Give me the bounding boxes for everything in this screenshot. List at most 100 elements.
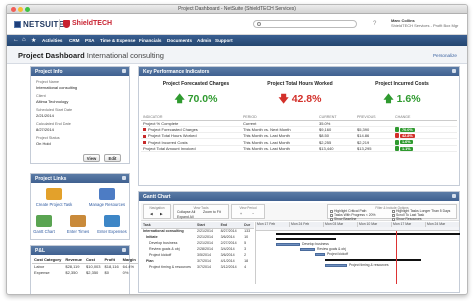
link-label: Gantt Chart — [33, 229, 55, 234]
personalize-link[interactable]: Personalize — [433, 53, 457, 58]
shortcut-star-icon[interactable]: ★ — [31, 37, 36, 44]
filter-group: Filter & Include Options Highlight Criti… — [327, 204, 457, 221]
group-label: View Period — [239, 206, 257, 210]
status-value: On Hold — [36, 141, 51, 146]
enter-expenses-link[interactable]: Enter Expenses — [93, 215, 131, 234]
gantt-bar-label: Develop business — [302, 242, 329, 246]
collapse-icon[interactable] — [452, 69, 456, 73]
field-label: Calculated End Date — [36, 122, 71, 126]
main-nav: ← ⌂ ★ Activities CRM PSA Time & Expense … — [7, 35, 467, 46]
zoom-out-icon[interactable]: − — [252, 212, 254, 216]
collapse-icon[interactable] — [122, 176, 126, 180]
task-start: 3/7/2014 — [197, 265, 211, 269]
table-cell: $10,003 — [86, 263, 101, 269]
task-name: Project timing & resources — [149, 265, 191, 269]
table-row: Expense $2,350 $2,350 $0 0% — [32, 269, 138, 275]
pl-portlet: P&L Cost Category Revenue Cost Profit Ma… — [30, 245, 138, 294]
page-title-project: International consulting — [86, 51, 164, 60]
nav-item-documents[interactable]: Documents — [167, 38, 192, 43]
view-period-group: View Period + − — [231, 204, 265, 219]
link-label: Create Project Task — [35, 202, 73, 207]
kpi-title: Key Performance Indicators — [143, 69, 210, 75]
edit-button[interactable]: Edit — [104, 154, 121, 162]
kpi-card-forecasted-charges[interactable]: Project Forecasted Charges 🡅 70.0% — [146, 81, 246, 109]
back-icon[interactable]: ← — [13, 37, 19, 43]
manage-resources-link[interactable]: Manage Resources — [88, 188, 126, 207]
window-titlebar: Project Dashboard - NetSuite (ShieldTECH… — [7, 5, 467, 14]
nav-item-crm[interactable]: CRM — [69, 38, 79, 43]
gantt-task-bar[interactable] — [276, 243, 300, 246]
window-title: Project Dashboard - NetSuite (ShieldTECH… — [178, 6, 296, 12]
shield-logo-icon — [63, 20, 70, 28]
user-menu[interactable]: Marc Collins ShieldTECH Services - Profi… — [391, 18, 458, 28]
change-down-icon — [395, 133, 399, 139]
field-label: Project Name — [36, 80, 60, 84]
netsuite-logo-text[interactable]: NETSUITE — [23, 20, 64, 29]
change-up-icon — [395, 139, 399, 145]
nav-item-support[interactable]: Support — [215, 38, 233, 43]
search-icon — [257, 22, 261, 26]
clock-icon — [70, 215, 86, 227]
nav-item-time-expense[interactable]: Time & Expense — [100, 38, 135, 43]
collapse-icon[interactable] — [122, 69, 126, 73]
arrow-up-icon: 🡅 — [383, 94, 394, 105]
gantt-summary-bar[interactable] — [276, 238, 336, 240]
flag-icon — [143, 128, 146, 132]
browser-window: Project Dashboard - NetSuite (ShieldTECH… — [6, 4, 468, 295]
user-role: ShieldTECH Services - Profit Box Mgr — [391, 23, 459, 28]
show-resources-checkbox[interactable]: Show Resources — [392, 217, 422, 221]
indicator-label: Project Total Amount Invoiced — [143, 146, 196, 152]
indicator-label: Project Forecasted Charges — [148, 126, 198, 132]
table-cell: Expense — [34, 269, 50, 275]
kpi-card-value: 🡅 70.0% — [146, 92, 246, 109]
pl-table: Cost Category Revenue Cost Profit Margin… — [32, 257, 138, 275]
gantt-icon — [36, 215, 52, 227]
next-icon[interactable]: ▶ — [160, 212, 163, 216]
netsuite-logo-icon[interactable] — [14, 21, 21, 28]
table-cell: $0 — [104, 269, 109, 275]
home-icon[interactable]: ⌂ — [22, 37, 26, 43]
help-icon[interactable]: ? — [373, 21, 376, 27]
nav-item-financials[interactable]: Financials — [139, 38, 161, 43]
zoom-to-fit-button[interactable]: Zoom to Fit — [203, 210, 221, 214]
gantt-task-grid: Task Start End Dur International consult… — [141, 222, 254, 270]
enter-times-link[interactable]: Enter Times — [59, 215, 97, 234]
gantt-title: Gantt Chart — [143, 194, 171, 200]
collapse-all-button[interactable]: Collapse All — [177, 210, 195, 214]
create-project-task-link[interactable]: Create Project Task — [35, 188, 73, 207]
link-label: Manage Resources — [88, 202, 126, 207]
collapse-icon[interactable] — [122, 248, 126, 252]
gantt-task-bar[interactable] — [300, 248, 315, 251]
nav-item-psa[interactable]: PSA — [85, 38, 94, 43]
prev-icon[interactable]: ◀ — [150, 212, 153, 216]
gantt-bar-label: Project timing & resources — [349, 263, 389, 267]
gantt-timeline[interactable]: Mon 17 Feb Mon 24 Feb Mon 03 Mar Mon 10 … — [255, 222, 460, 284]
gantt-task-bar[interactable] — [315, 253, 325, 256]
col-header: Cost Category — [32, 257, 64, 264]
show-baseline-checkbox[interactable]: Show Baseline — [330, 217, 356, 221]
gantt-task-bar[interactable] — [325, 264, 347, 267]
link-label: Enter Expenses — [97, 229, 127, 234]
view-button[interactable]: View — [83, 154, 100, 162]
pl-title: P&L — [35, 248, 45, 254]
client-value[interactable]: Altima Technology — [36, 99, 68, 104]
end-date-value: 8/27/2014 — [36, 127, 54, 132]
nav-item-admin[interactable]: Admin — [197, 38, 211, 43]
change-badge: 42.8% — [400, 133, 415, 138]
kpi-card-incurred-costs[interactable]: Project Incurred Costs 🡅 1.6% — [352, 81, 452, 109]
collapse-icon[interactable] — [452, 194, 456, 198]
timeline-days — [256, 227, 459, 231]
change-up-icon — [395, 146, 399, 152]
global-search-input[interactable] — [253, 20, 357, 28]
brand-divider — [59, 19, 60, 30]
gantt-summary-bar[interactable] — [276, 233, 460, 235]
table-row[interactable]: Project timing & resources 3/7/2014 3/12… — [141, 264, 254, 270]
table-row[interactable]: Project Total Amount Invoiced This Month… — [141, 145, 457, 153]
zoom-in-icon[interactable]: + — [240, 212, 242, 216]
kpi-card-hours-worked[interactable]: Project Total Hours Worked 🡇 42.8% — [250, 81, 350, 109]
nav-item-activities[interactable]: Activities — [42, 38, 62, 43]
gantt-chart-link[interactable]: Gantt Chart — [25, 215, 63, 234]
gantt-summary-bar[interactable] — [325, 259, 421, 261]
change-cell: 1.1% — [393, 145, 457, 153]
expand-all-button[interactable]: Expand All — [177, 215, 194, 219]
